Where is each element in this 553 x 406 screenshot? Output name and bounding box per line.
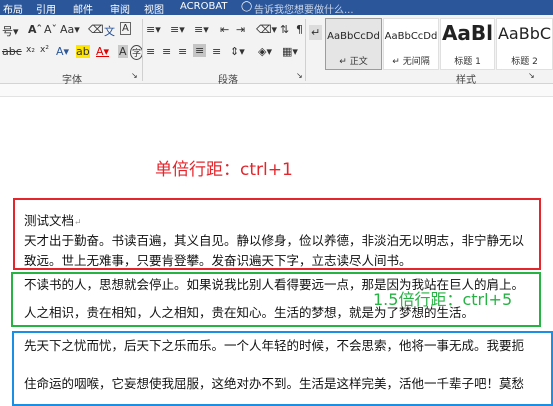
tell-me-box[interactable]: 告诉我您想要做什么... <box>254 1 354 16</box>
clear-format-icon[interactable]: ⌫ <box>88 23 104 36</box>
menu-item-references[interactable]: 引用 <box>36 1 56 16</box>
doc-title-text: 测试文档 <box>24 213 75 228</box>
menu-item-layout[interactable]: 布局 <box>3 1 23 16</box>
style-heading-1[interactable]: AaBl 标题 1 <box>440 18 495 70</box>
multilevel-list-icon[interactable]: ≡▾ <box>194 23 209 36</box>
doc-line: 致远。世上无难事，只要肯登攀。发奋识遍天下字，立志读尽人间书。 <box>24 253 412 268</box>
shading-icon[interactable]: ◈▾ <box>258 45 272 58</box>
highlight-icon[interactable]: ab <box>76 45 90 58</box>
align-center-icon[interactable]: ≡ <box>162 45 171 58</box>
change-case-icon[interactable]: Aa▾ <box>60 23 80 36</box>
bullets-icon[interactable]: ≡▾ <box>146 23 161 36</box>
paragraph-mark-icon: ↵ <box>74 218 82 228</box>
menu-item-mailings[interactable]: 邮件 <box>73 1 93 16</box>
group-divider <box>142 19 143 81</box>
font-color-icon[interactable]: A▾ <box>96 45 109 58</box>
strikethrough-icon[interactable]: abc <box>2 45 22 58</box>
sort-icon[interactable]: ⇅ <box>280 23 289 36</box>
ruler <box>0 84 553 97</box>
menu-item-view[interactable]: 视图 <box>144 1 164 16</box>
align-right-icon[interactable]: ≡ <box>178 45 187 58</box>
increase-indent-icon[interactable]: ⇥ <box>236 23 245 36</box>
doc-line: 住命运的咽喉，它妄想使我屈服，这绝对办不到。生活是这样完美，活他一千辈子吧！莫愁 <box>24 376 525 391</box>
line-spacing-icon[interactable]: ⇕▾ <box>230 45 245 58</box>
style-name-text: 正文 <box>349 57 368 67</box>
style-preview: AaBbCcDd <box>384 31 438 42</box>
show-marks-icon[interactable]: ¶ <box>296 23 303 36</box>
font-launcher-icon[interactable]: ↘ <box>131 71 138 80</box>
text-effects-icon[interactable]: A▾ <box>56 45 69 58</box>
superscript-icon[interactable]: x² <box>40 45 49 55</box>
style-heading-2[interactable]: AaBbC 标题 2 <box>496 18 553 70</box>
menu-item-acrobat[interactable]: ACROBAT <box>180 1 228 12</box>
style-name: ↵ 正文 <box>339 57 368 67</box>
font-size-box[interactable]: 号▾ <box>2 23 19 39</box>
style-name: ↵ 无间隔 <box>392 57 430 67</box>
document-page[interactable]: 单倍行距：ctrl+1 测试文档↵ 天才出于勤奋。书读百遍，其义自见。静以修身，… <box>0 97 553 406</box>
font-size-value: 号 <box>2 25 13 38</box>
menu-bar: 布局 引用 邮件 审阅 视图 ACROBAT ◯ 告诉我您想要做什么... <box>0 0 553 16</box>
decrease-indent-icon[interactable]: ⇤ <box>220 23 229 36</box>
style-preview: AaBbC <box>497 24 552 43</box>
styles-launcher-icon[interactable]: ↘ <box>528 71 535 80</box>
doc-line: 先天下之忧而忧，后天下之乐而乐。一个人年轻的时候，不会思索，他将一事无成。我要扼 <box>24 338 525 353</box>
numbering-icon[interactable]: ≡▾ <box>170 23 185 36</box>
menu-item-review[interactable]: 审阅 <box>110 1 130 16</box>
justify-icon[interactable]: ≡ <box>193 44 207 57</box>
group-divider <box>305 19 306 81</box>
doc-title-line: 测试文档↵ <box>24 210 82 229</box>
one-half-spacing-annotation: 1.5倍行距：ctrl+5 <box>373 290 513 309</box>
doc-line: 天才出于勤奋。书读百遍，其义自见。静以修身，俭以养德，非淡泊无以明志，非宁静无以 <box>24 233 525 248</box>
style-preview: AaBbCcDd <box>327 31 380 42</box>
align-left-icon[interactable]: ≡ <box>146 45 155 58</box>
style-preview: AaBl <box>441 21 494 45</box>
phonetic-guide-icon[interactable]: 文 <box>104 23 115 39</box>
asian-layout-icon[interactable]: ↵ <box>309 25 323 40</box>
char-shading-icon[interactable]: A <box>118 45 128 58</box>
distributed-icon[interactable]: ≡ <box>212 45 221 58</box>
paragraph-launcher-icon[interactable]: ↘ <box>296 71 303 80</box>
char-border-icon[interactable]: A <box>120 22 131 35</box>
style-name-text: 无间隔 <box>402 57 430 67</box>
chinese-layout-icon[interactable]: ⌫▾ <box>256 23 277 36</box>
style-name: 标题 2 <box>511 57 538 67</box>
single-spacing-annotation: 单倍行距：ctrl+1 <box>155 160 293 180</box>
lightbulb-icon: ◯ <box>241 1 253 12</box>
style-normal[interactable]: AaBbCcDd ↵ 正文 <box>325 18 382 70</box>
ribbon: 号▾ Aˆ Aˇ Aa▾ ⌫ 文 A abc x₂ x² A▾ ab A▾ A … <box>0 15 553 86</box>
grow-font-icon[interactable]: Aˆ <box>28 23 42 36</box>
borders-icon[interactable]: ▦▾ <box>282 45 298 58</box>
subscript-icon[interactable]: x₂ <box>26 45 35 55</box>
style-name: 标题 1 <box>454 57 481 67</box>
style-no-spacing[interactable]: AaBbCcDd ↵ 无间隔 <box>383 18 439 70</box>
shrink-font-icon[interactable]: Aˇ <box>44 23 57 36</box>
